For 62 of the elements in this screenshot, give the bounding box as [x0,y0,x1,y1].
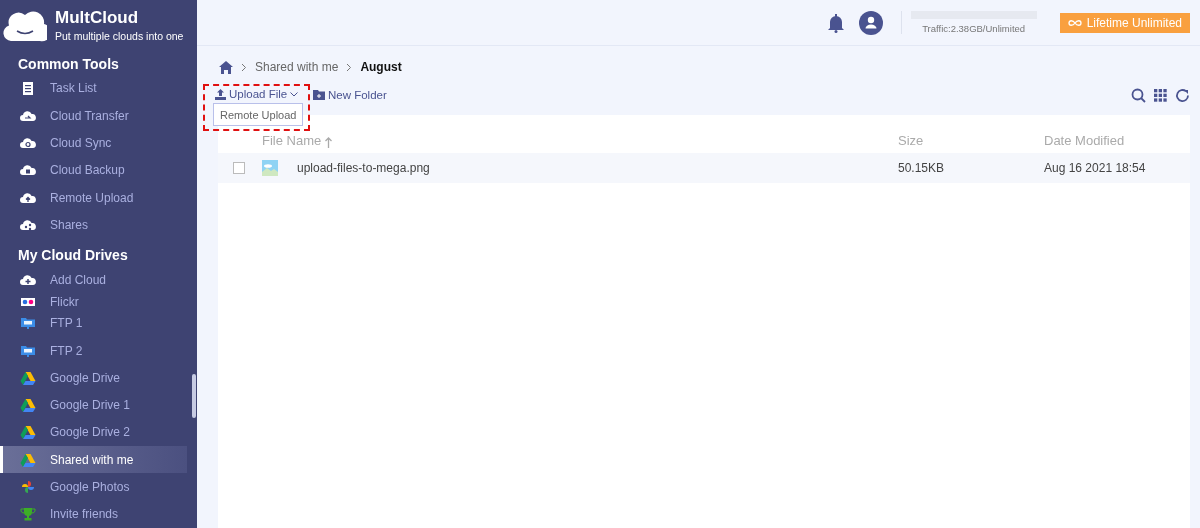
column-header[interactable]: File Name [262,133,333,148]
menu-item[interactable]: Remote Upload [220,109,297,121]
file-date: Aug 16 2021 18:54 [1044,161,1147,175]
upload-icon [215,88,226,100]
ftp-folder-icon [20,316,36,331]
pinwheel-icon [20,480,36,495]
cloud-icon [20,108,36,123]
sidebar-item[interactable]: Remote Upload [0,183,187,212]
infinity-icon [1067,18,1082,27]
brand-name: MultCloud [55,7,140,28]
grid-icon[interactable] [1154,88,1167,102]
drive-triangle-icon [20,398,36,413]
cloud-icon [20,190,36,205]
sidebar-item[interactable]: Cloud Transfer [0,101,187,130]
tagline: Put multiple clouds into one [55,29,184,42]
sidebar-item[interactable]: Google Photos [0,473,187,501]
drive-triangle-icon [20,425,36,440]
cloud-icon [20,163,36,178]
sidebar-item[interactable]: Invite friends [0,500,187,528]
folder-plus-icon [313,90,325,100]
chevron-icon [241,62,247,72]
chevron-icon [346,62,353,72]
trophy-icon [20,507,36,522]
file-name[interactable]: upload-files-to-mega.png [297,161,430,175]
refresh-icon[interactable] [1175,87,1190,103]
sidebar-item[interactable]: Task List [0,74,187,102]
bell-icon[interactable] [826,12,845,33]
scrollbar-thumb[interactable] [192,374,196,418]
search-icon[interactable] [1131,87,1146,103]
traffic-text: Traffic:2.38GB/Unlimited [922,23,1026,34]
breadcrumb-item[interactable]: Shared with me [255,60,339,74]
breadcrumb-item[interactable]: August [360,60,402,74]
sidebar-item[interactable]: Shared with me [0,446,187,474]
clipboard-icon [20,81,36,96]
section-title: My Cloud Drives [17,246,129,266]
avatar-icon[interactable] [858,10,883,35]
sidebar-item[interactable]: Shares [0,211,187,239]
sidebar-item[interactable]: Google Drive 2 [0,418,187,447]
sidebar-item[interactable]: FTP 2 [0,336,187,365]
drive-triangle-icon [20,452,36,467]
sidebar-item[interactable]: Google Drive 1 [0,391,187,419]
sidebar-item[interactable]: FTP 1 [0,309,187,337]
drive-triangle-icon [20,370,36,385]
column-header[interactable]: Date Modified [1044,133,1125,148]
section-title: Common Tools [17,54,120,74]
cloud-icon [20,217,36,232]
cloud-icon [20,273,36,288]
sidebar-item[interactable]: Add Cloud [0,266,187,294]
cloud-icon [20,135,36,150]
upload-file-button[interactable]: Upload File [215,88,305,100]
sidebar-item[interactable]: Cloud Sync [0,129,187,157]
file-size: 50.15KB [898,161,946,175]
caret-icon [290,91,299,97]
sidebar-item[interactable]: Google Drive [0,364,187,392]
new-folder-button[interactable]: New Folder [313,89,393,101]
column-header[interactable]: Size [898,133,924,148]
row-checkbox[interactable] [233,162,245,174]
sort-arrow-icon [325,137,333,148]
home-icon[interactable] [219,60,233,74]
sidebar-item[interactable]: Flickr [0,293,187,310]
sidebar-item[interactable]: Cloud Backup [0,156,187,184]
ftp-folder-icon [20,343,36,358]
